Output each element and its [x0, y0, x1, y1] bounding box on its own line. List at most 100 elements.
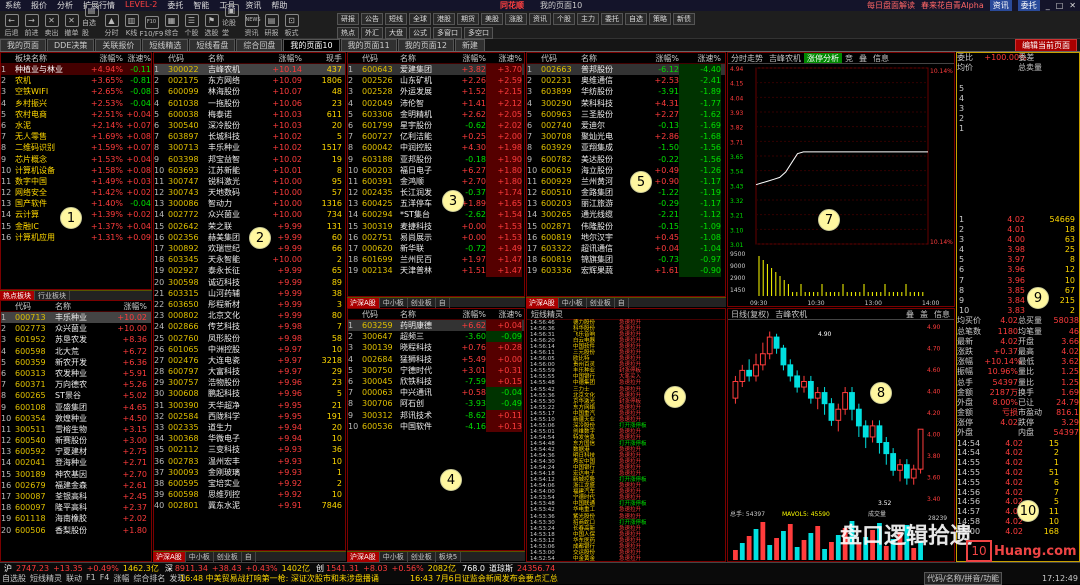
stock-row[interactable]: 12 300743 天地数码 +10.00 57	[154, 187, 345, 198]
toolbar-button[interactable]: ⊡ 板式	[282, 12, 301, 38]
stock-row[interactable]: 33 002335 道生力 +9.94 20	[154, 422, 345, 433]
volume-button[interactable]: 成交量	[868, 510, 886, 518]
col-header[interactable]: 涨速%	[679, 53, 721, 63]
col-header[interactable]: 代码	[168, 53, 208, 63]
stock-row[interactable]: 15 300319 麦捷科技 +0.00 +1.53	[348, 220, 524, 232]
chart-tab[interactable]: 涨停分析	[804, 53, 842, 63]
overlay-tab[interactable]: 叠	[906, 309, 914, 319]
stock-row[interactable]: 7 000063 中兴通讯 +0.58 -0.04	[348, 387, 524, 399]
menu-item[interactable]: 分析	[52, 0, 78, 11]
status-link[interactable]: 联动	[66, 573, 82, 584]
stock-row[interactable]: 2 002773 众兴菌业 +10.00	[1, 323, 151, 334]
stock-row[interactable]: 13 300086 智动力 +10.00 1316	[154, 198, 345, 209]
stock-row[interactable]: 21 603315 山河药辅 +9.99 38	[154, 288, 345, 299]
stock-row[interactable]: 13 600592 宁夏建材 +2.75	[1, 446, 151, 457]
stock-row[interactable]: 9 603188 亚邦股份 -0.18 +1.90	[348, 153, 524, 165]
toolbar-text-button[interactable]: 新债	[673, 13, 695, 25]
price-level[interactable]: 8 3.85 67	[957, 286, 1079, 296]
status-link[interactable]: F4	[100, 573, 110, 584]
stock-row[interactable]: 15 300189 神农基因 +2.70	[1, 469, 151, 480]
stock-row[interactable]: 1 002663 普邦股份 -6.12 -4.40	[527, 64, 725, 76]
stock-row[interactable]: 8 600265 ST景谷 +5.02	[1, 390, 151, 401]
price-level[interactable]: 1 4.02 54669	[957, 215, 1079, 225]
toolbar-text-button[interactable]: 资讯	[529, 13, 551, 25]
stock-row[interactable]: 2 002175 东方网络 +10.09 1806	[154, 75, 345, 86]
news-ticker-2[interactable]: 16:43 7月6日证监会新闻发布会要点汇总	[410, 573, 558, 584]
toolbar-button[interactable]: F10 F10/F9	[140, 12, 163, 38]
page-tab[interactable]: 我的页面	[0, 39, 46, 51]
menu-item[interactable]: 委托	[162, 0, 188, 11]
market-subtab[interactable]: 中小板	[380, 551, 408, 562]
col-header[interactable]: 代码	[15, 301, 55, 311]
stock-row[interactable]: 10 600354 敦煌种业 +4.50	[1, 413, 151, 424]
tab-hot-sector[interactable]: 热点板块	[0, 290, 35, 301]
stock-row[interactable]: 17 300087 荃银高科 +2.45	[1, 491, 151, 502]
stock-row[interactable]: 4 600598 北大荒 +6.72	[1, 346, 151, 357]
toolbar-button[interactable]: ← 后退	[2, 12, 21, 38]
edit-page-button[interactable]: 编辑当前页面	[1015, 39, 1077, 51]
stock-row[interactable]: 38 600595 宝培实业 +9.92 2	[154, 478, 345, 489]
stock-row[interactable]: 32 002584 西陇科学 +9.95 191	[154, 411, 345, 422]
stock-row[interactable]: 7 600727 亿利洁能 +0.25 +2.00	[348, 131, 524, 143]
market-subtab[interactable]: 沪深A股	[153, 551, 186, 562]
stock-row[interactable]: 29 300757 浩物股份 +9.96 23	[154, 377, 345, 388]
price-level[interactable]: 7 3.96 10	[957, 276, 1079, 286]
tab-industry[interactable]: 行业板块	[35, 290, 70, 301]
stock-row[interactable]: 5 300750 宁德时代 +3.01 +0.31	[348, 364, 524, 376]
stock-row[interactable]: 9 603398 邦宝益智 +10.02 19	[154, 154, 345, 165]
col-header[interactable]: 涨幅%	[450, 53, 486, 63]
price-level[interactable]: 2	[957, 114, 1079, 124]
chart-tab[interactable]: 竞	[842, 53, 856, 63]
col-header[interactable]: 名称	[208, 53, 258, 63]
toolbar-text-button[interactable]: 大盘	[385, 27, 407, 39]
stock-row[interactable]: 34 300368 华微电子 +9.94 10	[154, 433, 345, 444]
page-tab[interactable]: 我的页面11	[340, 39, 397, 51]
stock-row[interactable]: 1 600643 爱建集团 +3.82 +3.70	[348, 64, 524, 76]
col-header[interactable]: 涨速%	[123, 53, 151, 63]
toolbar-button[interactable]: ☰ 个股	[182, 12, 201, 38]
stock-row[interactable]: 19 601118 海南橡胶 +2.02	[1, 513, 151, 524]
col-header[interactable]: 名称	[400, 53, 450, 63]
price-level[interactable]: 5 3.97 8	[957, 255, 1079, 265]
page-tab[interactable]: 新建	[454, 39, 485, 51]
chart-tab[interactable]: 信息	[870, 53, 892, 63]
stock-row[interactable]: 18 600819 锦旗集团 -0.73 -0.97	[527, 254, 725, 266]
toolbar-button[interactable]: ⚑ 选股	[202, 12, 221, 38]
price-level[interactable]: 3 4.00 63	[957, 235, 1079, 245]
toolbar-text-button[interactable]: 多窗口	[433, 27, 462, 39]
info-tab[interactable]: 信息	[934, 309, 950, 319]
sector-row[interactable]: 2 农机 +3.65% -0.81	[1, 75, 151, 86]
sector-row[interactable]: 12 网络安全 +1.42% +0.02	[1, 187, 151, 198]
col-header[interactable]: 涨幅%	[107, 301, 147, 311]
toolbar-text-button[interactable]: 全球	[409, 13, 431, 25]
col-header[interactable]: 涨幅%	[87, 53, 123, 63]
stock-row[interactable]: 18 603345 天永智能 +10.00 2	[154, 254, 345, 265]
trade-button[interactable]: 委托	[1017, 0, 1040, 11]
stock-row[interactable]: 2 002231 奥维通信 +2.53 -2.41	[527, 75, 725, 87]
maximize-icon[interactable]: □	[1056, 1, 1064, 10]
stock-row[interactable]: 10 600536 中国软件 -4.16 +0.13	[348, 420, 524, 432]
stock-row[interactable]: 1 603259 药明康德 +6.62 +0.04	[348, 320, 524, 332]
stock-row[interactable]: 6 601799 星宇股份 -0.62 +2.02	[348, 119, 524, 132]
stock-row[interactable]: 7 603897 长城科技 +10.02 5	[154, 131, 345, 142]
page-tab[interactable]: 综合回盘	[236, 39, 283, 51]
sector-row[interactable]: 1 种植业与林业 +4.94% -0.11	[1, 64, 151, 76]
stock-row[interactable]: 30 300608 鹏起科技 +9.96 5	[154, 388, 345, 399]
toolbar-button[interactable]: ▦ 综合	[162, 12, 181, 38]
stock-row[interactable]: 16 002751 易尚展示 +0.00 +1.53	[348, 231, 524, 243]
stock-row[interactable]: 16 002679 福建金森 +2.61	[1, 480, 151, 491]
stock-row[interactable]: 26 601065 中洲控股 +9.97 10	[154, 344, 345, 355]
stock-row[interactable]: 7 600371 万向德农 +5.26	[1, 379, 151, 390]
price-level[interactable]: 3	[957, 104, 1079, 114]
toolbar-text-button[interactable]: 个股	[553, 13, 575, 25]
stock-row[interactable]: 18 601699 兰州民百 +1.97 +1.47	[348, 254, 524, 266]
stock-row[interactable]: 1 000713 丰乐种业 +10.02	[1, 312, 151, 324]
stock-row[interactable]: 27 002476 大连电瓷 +9.97 3218	[154, 355, 345, 366]
stock-row[interactable]: 1 300022 吉峰农机 +10.14 437	[154, 64, 345, 76]
stock-row[interactable]: 11 600391 金鸿顺 +2.70 +1.80	[348, 175, 524, 188]
menu-item[interactable]: 报价	[26, 0, 52, 11]
stock-row[interactable]: 6 002740 爱迪尔 -0.13 -1.69	[527, 119, 725, 132]
sector-row[interactable]: 11 数字中国 +1.49% +0.03	[1, 176, 151, 187]
menu-item[interactable]: LEVEL-2	[120, 0, 162, 11]
stock-row[interactable]: 17 000620 新华联 -0.72 +1.49	[348, 243, 524, 255]
